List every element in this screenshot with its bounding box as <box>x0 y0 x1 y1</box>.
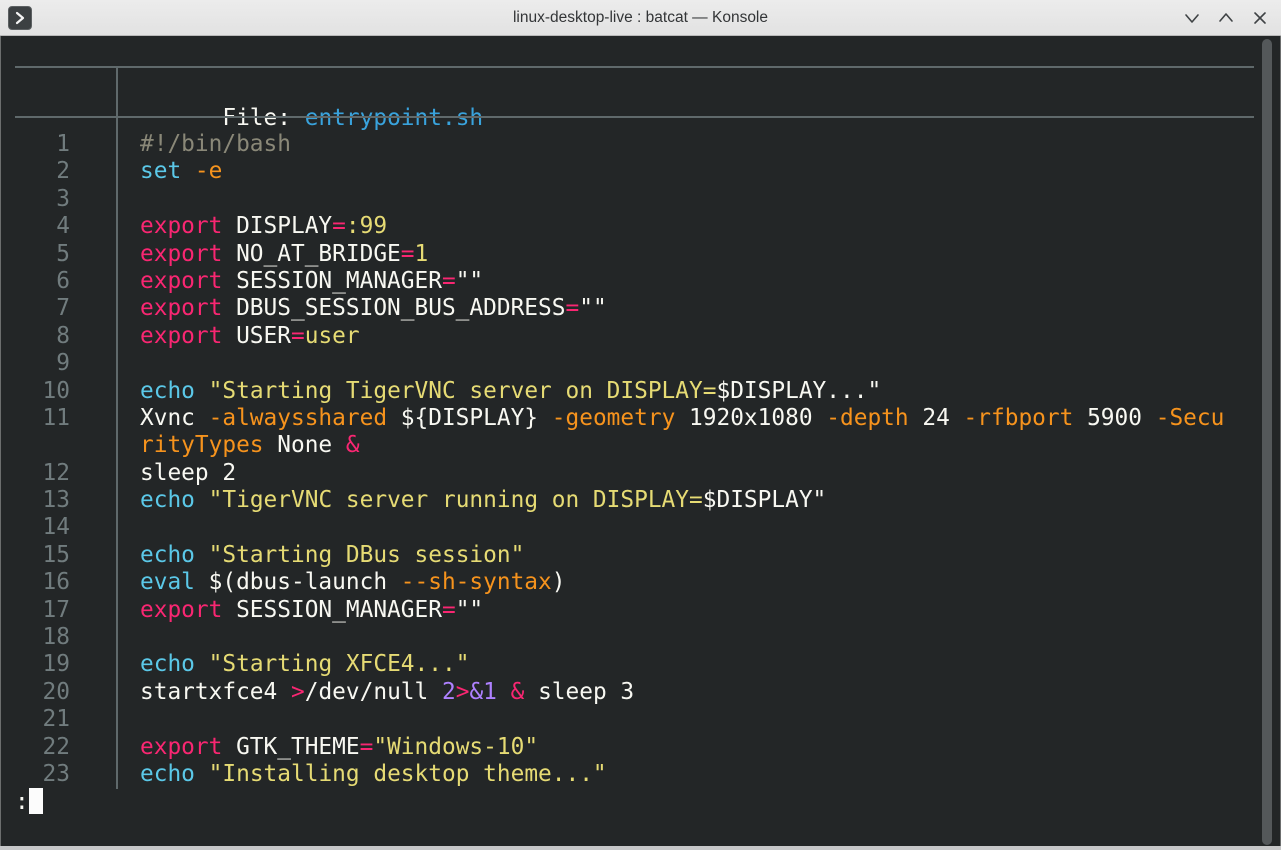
line-number: 3 <box>56 185 70 212</box>
line-number: 13 <box>42 487 70 514</box>
line-content: rityTypes None & <box>140 432 360 459</box>
line-content: export NO_AT_BRIDGE=1 <box>140 240 429 267</box>
line-number: 18 <box>42 624 70 651</box>
code-line: 1 #!/bin/bash <box>0 131 1281 158</box>
pager-prompt: : <box>15 788 43 816</box>
line-number: 6 <box>56 267 70 294</box>
line-content: export SESSION_MANAGER="" <box>140 596 484 623</box>
bat-mid-rule <box>15 116 1254 118</box>
line-number: 19 <box>42 651 70 678</box>
line-content: export SESSION_MANAGER="" <box>140 267 484 294</box>
line-number: 7 <box>56 295 70 322</box>
line-content: Xvnc -alwaysshared ${DISPLAY} -geometry … <box>140 404 1225 431</box>
konsole-window: linux-desktop-live : batcat — Konsole Fi… <box>0 0 1281 850</box>
line-number: 16 <box>42 569 70 596</box>
line-number: 1 <box>56 131 70 157</box>
line-content: startxfce4 >/dev/null 2>&1 & sleep 3 <box>140 678 635 705</box>
line-content: echo "Installing desktop theme..." <box>140 760 607 787</box>
titlebar[interactable]: linux-desktop-live : batcat — Konsole <box>0 0 1281 36</box>
line-number: 17 <box>42 596 70 623</box>
code-line: 7 export DBUS_SESSION_BUS_ADDRESS="" <box>0 295 1281 322</box>
code-line: 22 export GTK_THEME="Windows-10" <box>0 734 1281 761</box>
code-line: 18 <box>0 624 1281 651</box>
line-content: export DBUS_SESSION_BUS_ADDRESS="" <box>140 295 607 322</box>
line-content: #!/bin/bash <box>140 131 291 157</box>
line-content: sleep 2 <box>140 459 237 486</box>
code-line: 16 eval $(dbus-launch --sh-syntax) <box>0 569 1281 596</box>
close-button[interactable] <box>1249 7 1271 29</box>
line-number: 8 <box>56 322 70 349</box>
line-content: echo "Starting XFCE4..." <box>140 651 470 678</box>
chevron-up-icon <box>1219 13 1233 22</box>
code-line: 9 <box>0 350 1281 377</box>
close-x-icon <box>1254 12 1266 24</box>
line-content: echo "Starting DBus session" <box>140 541 525 568</box>
line-number: 9 <box>56 350 70 377</box>
code-line: 8 export USER=user <box>0 323 1281 350</box>
code-line: 2 set -e <box>0 158 1281 185</box>
window-border-bottom <box>0 846 1281 850</box>
code-line: 21 <box>0 706 1281 733</box>
line-content: export GTK_THEME="Windows-10" <box>140 733 539 760</box>
line-content: eval $(dbus-launch --sh-syntax) <box>140 569 566 596</box>
code-line: 13 echo "TigerVNC server running on DISPL… <box>0 487 1281 514</box>
code-line: 3 <box>0 186 1281 213</box>
terminal-screen[interactable]: File: entrypoint.sh 1 #!/bin/bash 2 set -e 3… <box>0 36 1281 850</box>
line-number: 14 <box>42 514 70 541</box>
pager-colon: : <box>15 789 29 815</box>
line-content: echo "TigerVNC server running on DISPLAY… <box>140 487 827 514</box>
code-line: 17 export SESSION_MANAGER="" <box>0 597 1281 624</box>
window-title: linux-desktop-live : batcat — Konsole <box>512 8 769 26</box>
code-line: 12 sleep 2 <box>0 460 1281 487</box>
line-number: 23 <box>42 760 70 787</box>
line-number: 4 <box>56 213 70 240</box>
code-line: 19 echo "Starting XFCE4..." <box>0 651 1281 678</box>
file-name: entrypoint.sh <box>304 105 484 131</box>
line-number: 15 <box>42 541 70 568</box>
line-number: 20 <box>42 678 70 705</box>
code-line: 20 startxfce4 >/dev/null 2>&1 & sleep 3 <box>0 679 1281 706</box>
code-line: 6 export SESSION_MANAGER="" <box>0 268 1281 295</box>
line-content: echo "Starting TigerVNC server on DISPLA… <box>140 377 882 404</box>
line-content: set -e <box>140 158 223 185</box>
code-line: 14 <box>0 514 1281 541</box>
line-number: 22 <box>42 733 70 760</box>
code-line: 5 export NO_AT_BRIDGE=1 <box>0 241 1281 268</box>
code-line: 23 echo "Installing desktop theme..." <box>0 761 1281 788</box>
line-number: 5 <box>56 240 70 267</box>
window-border-left <box>0 36 1 850</box>
line-number: 10 <box>42 377 70 404</box>
code-line: rityTypes None & <box>0 432 1281 459</box>
line-content: export USER=user <box>140 322 360 349</box>
code-line: 15 echo "Starting DBus session" <box>0 542 1281 569</box>
bat-file-header: File: entrypoint.sh <box>0 76 1281 131</box>
line-number: 2 <box>56 158 70 185</box>
minimize-button[interactable] <box>1181 7 1203 29</box>
code-rows: 1 #!/bin/bash 2 set -e 3 4 export DISPLAY=:99 5… <box>0 131 1281 788</box>
chevron-down-icon <box>1185 14 1199 23</box>
line-number: 21 <box>42 706 70 733</box>
line-content: export DISPLAY=:99 <box>140 213 388 240</box>
line-number: 12 <box>42 459 70 486</box>
terminal-cursor <box>28 788 43 814</box>
bat-top-rule <box>15 66 1254 68</box>
code-line: 10 echo "Starting TigerVNC server on DISP… <box>0 378 1281 405</box>
scrollbar-handle[interactable] <box>1262 39 1272 845</box>
code-line: 4 export DISPLAY=:99 <box>0 213 1281 240</box>
file-label: File: <box>222 105 305 131</box>
konsole-terminal-icon <box>8 6 32 30</box>
maximize-button[interactable] <box>1215 7 1237 29</box>
line-number: 11 <box>42 404 70 431</box>
window-controls <box>1181 0 1271 36</box>
code-line: 11 Xvnc -alwaysshared ${DISPLAY} -geometr… <box>0 405 1281 432</box>
